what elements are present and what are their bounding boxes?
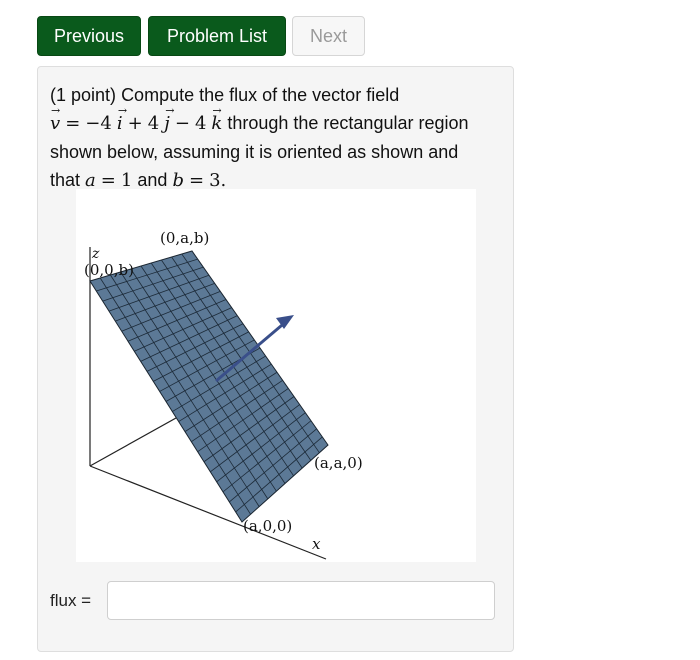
flux-label: flux =	[50, 591, 92, 610]
label-x: x	[312, 535, 321, 553]
statement-text-region: through the rectangular region	[227, 113, 469, 133]
var-v: v	[50, 97, 60, 138]
statement-line-2: v = −4 i + 4 j − 4 k through the rectang…	[50, 97, 505, 138]
statement-text-oriented: shown below, assuming it is oriented as …	[50, 142, 459, 162]
coef-j: 4	[147, 113, 160, 134]
unit-k: k	[211, 97, 222, 138]
region-figure-svg: (0,a,b) z (0,0,b) (a,a,0) (a,0,0) x	[84, 229, 363, 560]
coef-k: 4	[194, 113, 207, 134]
label-z: z	[91, 246, 100, 262]
that-word: that	[50, 170, 81, 190]
a-value: 1	[120, 170, 133, 191]
label-aa0: (a,a,0)	[314, 454, 363, 472]
region-figure: (0,a,b) z (0,0,b) (a,a,0) (a,0,0) x	[76, 189, 476, 562]
coef-i: −4	[85, 113, 112, 134]
label-a00: (a,0,0)	[243, 517, 292, 535]
eq-sign-b: =	[188, 170, 205, 191]
eq-sign: =	[65, 113, 81, 134]
x-axis	[89, 465, 327, 560]
minus-sign: −	[174, 113, 190, 134]
plus-sign: +	[127, 113, 143, 134]
label-0ab: (0,a,b)	[160, 229, 209, 247]
unit-i: i	[117, 97, 127, 138]
next-button: Next	[292, 16, 365, 56]
unit-j: j	[164, 97, 174, 138]
problem-statement: (1 point) Compute the flux of the vector…	[50, 81, 505, 195]
previous-button[interactable]: Previous	[37, 16, 141, 56]
problem-list-button[interactable]: Problem List	[148, 16, 286, 56]
and-word: and	[137, 170, 168, 190]
problem-container: (1 point) Compute the flux of the vector…	[37, 66, 514, 652]
var-a: a	[85, 170, 96, 191]
b-value: 3.	[209, 170, 227, 191]
rectangular-region-surface	[89, 250, 329, 523]
eq-sign-a: =	[100, 170, 116, 191]
statement-line-3: shown below, assuming it is oriented as …	[50, 138, 505, 166]
var-b: b	[172, 170, 184, 191]
label-00b: (0,0,b)	[84, 261, 134, 279]
flux-input[interactable]	[107, 581, 495, 620]
statement-text-lead: Compute the flux of the vector field	[121, 85, 400, 105]
